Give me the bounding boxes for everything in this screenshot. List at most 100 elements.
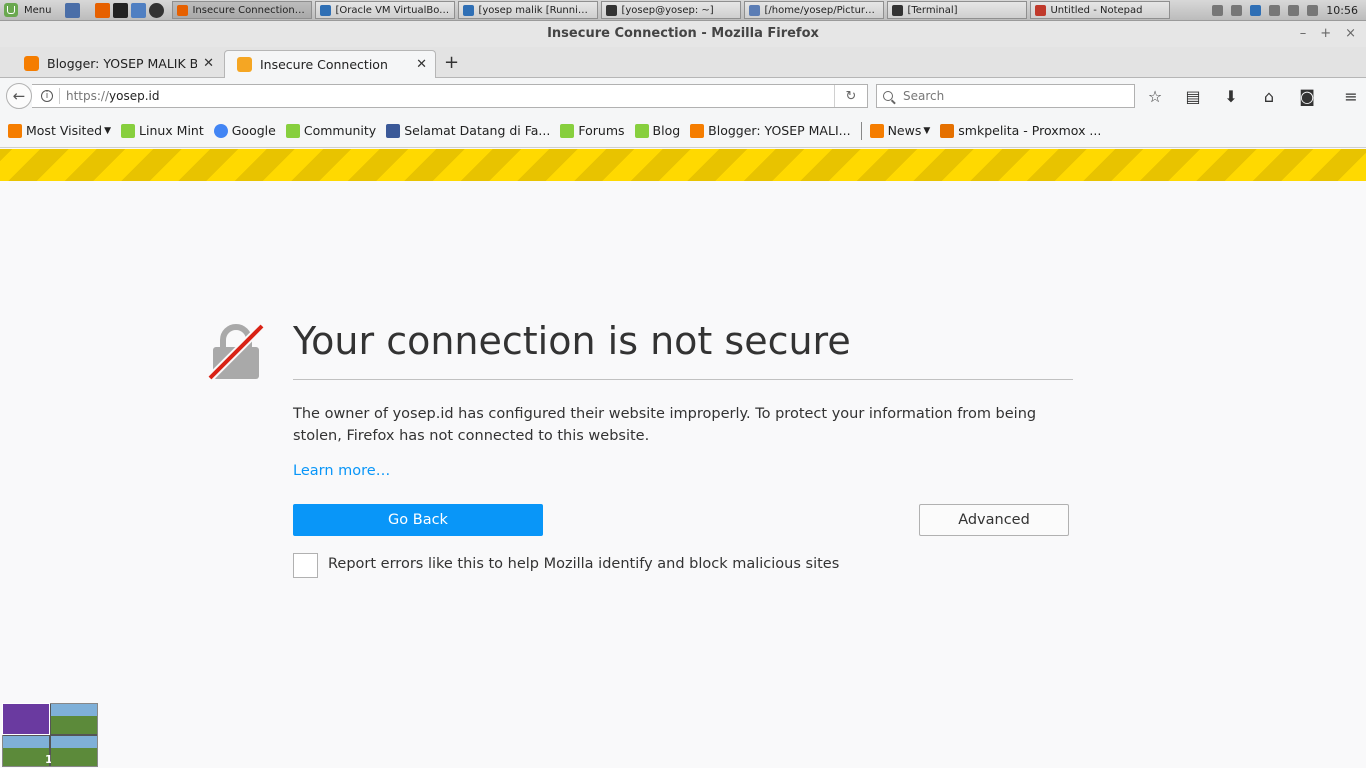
learn-more-link[interactable]: Learn more… [293,463,390,479]
show-desktop-icon[interactable] [65,2,81,18]
bookmark-label: News [887,123,922,138]
report-errors-checkbox[interactable] [293,553,318,578]
facebook-icon [386,123,401,138]
tab-blogger[interactable]: Blogger: YOSEP MALIK B... ✕ [12,50,222,77]
bookmark-blog[interactable]: Blog [634,123,680,138]
bookmark-label: Google [231,123,276,138]
toolbar-icons: ☆ ▤ ⬇ ⌂ ◙ ≡ [1144,86,1362,106]
workspace-4[interactable] [51,736,97,766]
shield-icon[interactable] [1250,4,1262,16]
reading-list-icon[interactable]: ▤ [1182,86,1204,106]
task-terminal-home[interactable]: [yosep@yosep: ~] [601,1,742,19]
mint-icon [285,123,300,138]
bookmark-label: Linux Mint [139,123,204,138]
home-icon[interactable]: ⌂ [1258,86,1280,106]
url-separator [59,88,60,104]
mint-logo-icon [4,3,18,17]
virtualbox-icon [463,4,475,16]
go-back-button[interactable]: Go Back [293,504,543,536]
pocket-icon[interactable]: ◙ [1296,86,1318,106]
close-icon[interactable]: × [1345,21,1356,47]
broken-lock-icon [207,323,265,381]
download-icon[interactable]: ⬇ [1220,86,1242,106]
tab-label: Insecure Connection [260,57,388,72]
window-controls: – + × [1300,21,1356,47]
url-scheme: https:// [66,89,110,103]
rss-icon [8,123,22,138]
app-launcher-icon[interactable] [149,2,165,18]
clipboard-icon[interactable] [1231,4,1243,16]
virtualbox-icon [320,4,332,16]
bookmark-most-visited[interactable]: Most Visited ▼ [8,123,111,138]
task-vm-running[interactable]: [yosep malik [Running... [458,1,599,19]
task-pictures[interactable]: [/home/yosep/Pictures/... [744,1,885,19]
task-label: Untitled - Notepad [1050,4,1143,16]
bookmark-forums[interactable]: Forums [560,123,625,138]
search-input[interactable]: Search [876,84,1135,108]
chevron-down-icon: ▼ [923,125,931,136]
workspace-3[interactable]: 1 [3,736,53,766]
warning-stripe [0,149,1366,181]
menu-button[interactable]: Menu [0,0,57,20]
bookmark-label: Forums [578,123,625,138]
bookmark-blogger[interactable]: Blogger: YOSEP MALI... [690,123,851,138]
bookmark-google[interactable]: Google [213,123,276,138]
volume-icon[interactable] [1288,4,1300,16]
notepad-icon [1035,4,1047,16]
report-errors-label: Report errors like this to help Mozilla … [328,556,840,572]
workspace-1[interactable] [2,703,50,735]
menu-label: Menu [24,4,52,16]
bookmark-news[interactable]: News ▼ [869,123,931,138]
task-firefox[interactable]: Insecure Connection - ... [172,1,313,19]
error-page: Your connection is not secure The owner … [0,181,1366,768]
battery-icon[interactable] [1307,4,1319,16]
bookmark-label: Selamat Datang di Fa... [404,123,551,138]
bookmark-proxmox[interactable]: smkpelita - Proxmox ... [940,123,1101,138]
tab-close-icon[interactable]: ✕ [416,57,427,72]
task-virtualbox[interactable]: [Oracle VM VirtualBox ... [315,1,456,19]
terminal-launcher-icon[interactable] [113,2,129,18]
bookmark-linux-mint[interactable]: Linux Mint [121,123,204,138]
display-icon[interactable] [1269,4,1281,16]
tab-label: Blogger: YOSEP MALIK B... [47,56,198,71]
bookmark-label: Community [303,123,377,138]
firefox-launcher-icon[interactable] [95,2,111,18]
google-icon [213,123,228,138]
chevron-down-icon: ▼ [104,125,112,136]
tab-close-icon[interactable]: ✕ [203,56,214,71]
quick-launch [65,2,165,18]
maximize-icon[interactable]: + [1320,21,1331,47]
bookmark-facebook[interactable]: Selamat Datang di Fa... [386,123,550,138]
url-bar[interactable]: i https://yosep.id ↻ [32,84,868,108]
back-button[interactable]: ← [6,83,32,109]
files-launcher-icon[interactable] [131,2,147,18]
new-tab-icon[interactable]: + [444,52,459,73]
minimize-icon[interactable]: – [1300,21,1307,47]
blogger-icon [24,56,39,71]
mint-icon [634,123,649,138]
advanced-button[interactable]: Advanced [919,504,1069,536]
hamburger-menu-icon[interactable]: ≡ [1340,86,1362,106]
wifi-icon[interactable] [1212,4,1224,16]
task-label: [yosep@yosep: ~] [621,4,714,16]
tab-insecure-connection[interactable]: Insecure Connection ✕ [224,50,436,78]
workspace-2[interactable] [51,704,97,734]
workspace-pager: 1 [2,703,98,767]
task-terminal[interactable]: [Terminal] [887,1,1028,19]
bookmarks-toolbar: Most Visited ▼ Linux Mint Google Communi… [0,114,1366,148]
bookmark-community[interactable]: Community [285,123,377,138]
site-info-icon[interactable]: i [41,90,53,102]
window-titlebar: Insecure Connection - Mozilla Firefox – … [0,21,1366,47]
taskbar: Menu Insecure Connection - ... [Oracle V… [0,0,1366,21]
folder-icon [749,4,761,16]
task-notepad[interactable]: Untitled - Notepad [1030,1,1171,19]
bookmark-label: Most Visited [26,123,103,138]
bookmark-star-icon[interactable]: ☆ [1144,86,1166,106]
reload-icon[interactable]: ↻ [834,85,867,107]
firefox-icon [177,4,189,16]
task-label: [Terminal] [907,4,958,16]
page-title: Your connection is not secure [293,320,1073,380]
clock[interactable]: 10:56 [1326,4,1358,17]
bookmark-separator [860,121,862,140]
url-host: yosep.id [109,89,160,103]
